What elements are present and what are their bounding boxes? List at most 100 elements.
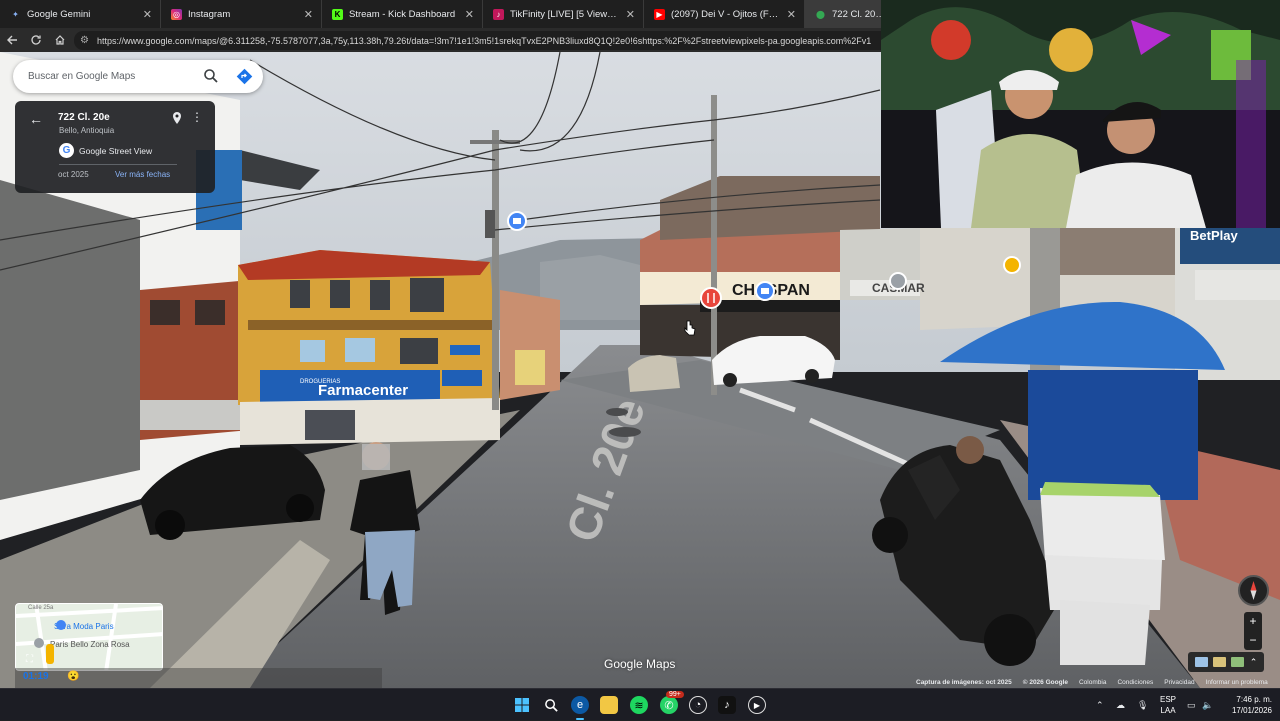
- compass-icon: [1250, 581, 1257, 600]
- kick-icon: K: [332, 8, 343, 20]
- volume-icon[interactable]: 🔈: [1202, 689, 1213, 721]
- language-code: ESP: [1159, 695, 1176, 704]
- search-icon[interactable]: [203, 68, 219, 84]
- google-maps-watermark: Google Maps: [604, 657, 676, 671]
- compass-button[interactable]: [1238, 575, 1269, 606]
- expand-map-icon[interactable]: ⛶: [26, 654, 33, 665]
- betting-sign: BetPlay: [1190, 228, 1238, 243]
- onedrive-icon[interactable]: ☁: [1116, 689, 1125, 721]
- back-arrow-icon[interactable]: ←: [29, 111, 43, 127]
- layer-thumb-icon[interactable]: [1194, 657, 1208, 667]
- pharmacy-sign: Farmacenter: [318, 382, 408, 399]
- home-button[interactable]: [48, 28, 72, 52]
- street-view-info-card: ← 722 Cl. 20e Bello, Antioquia ⋮ G Googl…: [15, 101, 215, 193]
- terms-link[interactable]: Condiciones: [1117, 679, 1153, 686]
- instagram-icon: ◎: [171, 8, 182, 20]
- chat-emoji: 😮: [67, 671, 80, 682]
- google-logo-icon: G: [59, 143, 74, 158]
- hand-cursor-icon: [684, 320, 696, 336]
- tab-kick-dashboard[interactable]: K Stream - Kick Dashboard ✕: [322, 0, 483, 28]
- map-street-label: Calle 25a: [28, 605, 54, 611]
- close-tab-icon[interactable]: ✕: [626, 8, 635, 21]
- place-pin-icon: [34, 638, 44, 648]
- close-tab-icon[interactable]: ✕: [465, 8, 474, 21]
- imagery-layers[interactable]: ⌃: [1188, 652, 1264, 672]
- magnifier-icon: [544, 698, 558, 712]
- close-tab-icon[interactable]: ✕: [304, 8, 313, 21]
- report-problem-link[interactable]: Informar un problema: [1206, 679, 1268, 686]
- tab-title: Google Gemini: [27, 8, 91, 20]
- file-explorer-icon[interactable]: [600, 696, 618, 714]
- tab-title: 722 Cl. 20e - Go: [832, 8, 887, 20]
- tab-title: Stream - Kick Dashboard: [349, 8, 456, 20]
- zoom-control[interactable]: + −: [1244, 612, 1262, 650]
- chat-timestamp: 01:19: [23, 671, 49, 682]
- expand-up-icon[interactable]: ⌃: [1250, 657, 1258, 668]
- tikfinity-icon: ♪: [493, 8, 504, 20]
- search-input[interactable]: Buscar en Google Maps: [28, 71, 135, 82]
- place-pin-icon[interactable]: [889, 272, 907, 290]
- close-tab-icon[interactable]: ✕: [143, 8, 152, 21]
- tab-tikfinity[interactable]: ♪ TikFinity [LIVE] [5 Viewers] ✕: [483, 0, 644, 28]
- windows-start-icon[interactable]: [513, 696, 531, 714]
- edge-browser-icon[interactable]: e: [571, 696, 589, 714]
- place-pin-icon[interactable]: [507, 211, 527, 231]
- search-icon[interactable]: [542, 696, 560, 714]
- reload-button[interactable]: [24, 28, 48, 52]
- source-label: Google Street View: [79, 145, 153, 156]
- location-pin-icon[interactable]: [172, 112, 182, 124]
- layer-thumb-icon[interactable]: [1213, 657, 1227, 667]
- webcam-overlay: [881, 0, 1280, 228]
- pegman-icon[interactable]: [46, 644, 54, 664]
- tray-overflow-icon[interactable]: ⌃: [1096, 689, 1104, 721]
- directions-icon[interactable]: [236, 68, 253, 85]
- layer-thumb-icon[interactable]: [1231, 657, 1245, 667]
- location-city: Bello, Antioquia: [59, 126, 115, 135]
- tab-title: (2097) Dei V - Ojitos (Ft. CG & Fat: [671, 8, 781, 20]
- youtube-icon: ▶: [654, 8, 665, 20]
- network-icon[interactable]: ▭: [1187, 689, 1196, 721]
- more-options-icon[interactable]: ⋮: [191, 110, 203, 124]
- stream-chat-overlay: 01:19 😮: [15, 668, 382, 688]
- spotify-icon[interactable]: ≋: [630, 696, 648, 714]
- language-indicator[interactable]: ESP LAA: [1155, 694, 1181, 716]
- tab-google-gemini[interactable]: ✦ Google Gemini ✕: [0, 0, 161, 28]
- tab-title: TikFinity [LIVE] [5 Viewers]: [510, 8, 620, 20]
- zoom-out-button[interactable]: −: [1244, 631, 1262, 650]
- whatsapp-icon[interactable]: ✆: [660, 696, 678, 714]
- close-tab-icon[interactable]: ✕: [787, 8, 796, 21]
- shop-pin-icon[interactable]: [755, 281, 775, 301]
- system-clock[interactable]: 7:46 p. m. 17/01/2026: [1216, 694, 1272, 716]
- restaurant-pin-icon[interactable]: [700, 287, 722, 309]
- obs-icon[interactable]: ◔: [689, 696, 707, 714]
- microphone-icon[interactable]: 🎙: [1137, 689, 1148, 721]
- map-place-label[interactable]: Paris Bello Zona Rosa: [50, 640, 130, 649]
- tiktok-icon[interactable]: ♪: [718, 696, 736, 714]
- clock-time: 7:46 p. m.: [1236, 695, 1272, 704]
- tab-instagram[interactable]: ◎ Instagram ✕: [161, 0, 322, 28]
- clock-date: 17/01/2026: [1231, 706, 1272, 715]
- country-link[interactable]: Colombia: [1079, 679, 1106, 686]
- media-player-icon[interactable]: ▶: [748, 696, 766, 714]
- more-dates-link[interactable]: Ver más fechas: [115, 170, 170, 179]
- site-settings-icon[interactable]: ⚙: [80, 35, 89, 46]
- maps-search-box[interactable]: Buscar en Google Maps: [13, 60, 263, 93]
- place-pin-icon[interactable]: [1003, 256, 1021, 274]
- imagery-capture-date: Captura de imágenes: oct 2025: [916, 679, 1012, 686]
- windows-logo-icon: [515, 698, 529, 712]
- back-button[interactable]: [0, 28, 24, 52]
- shop-pin-icon: [56, 620, 66, 630]
- privacy-link[interactable]: Privacidad: [1164, 679, 1194, 686]
- zoom-in-button[interactable]: +: [1244, 612, 1262, 631]
- street-view-source: G Google Street View: [59, 143, 152, 158]
- home-icon: [55, 35, 65, 45]
- tab-youtube[interactable]: ▶ (2097) Dei V - Ojitos (Ft. CG & Fat ✕: [644, 0, 805, 28]
- gemini-icon: ✦: [10, 8, 21, 20]
- maps-footer: Captura de imágenes: oct 2025 © 2026 Goo…: [916, 677, 1268, 688]
- webcam-image: [881, 0, 1280, 228]
- mini-map[interactable]: Calle 25a Sara Moda Paris Paris Bello Zo…: [15, 603, 163, 671]
- url-text: https://www.google.com/maps/@6.311258,-7…: [96, 35, 872, 46]
- tab-title: Instagram: [188, 8, 231, 20]
- keyboard-layout: LAA: [1160, 706, 1176, 715]
- maps-icon: ⬤: [816, 9, 825, 19]
